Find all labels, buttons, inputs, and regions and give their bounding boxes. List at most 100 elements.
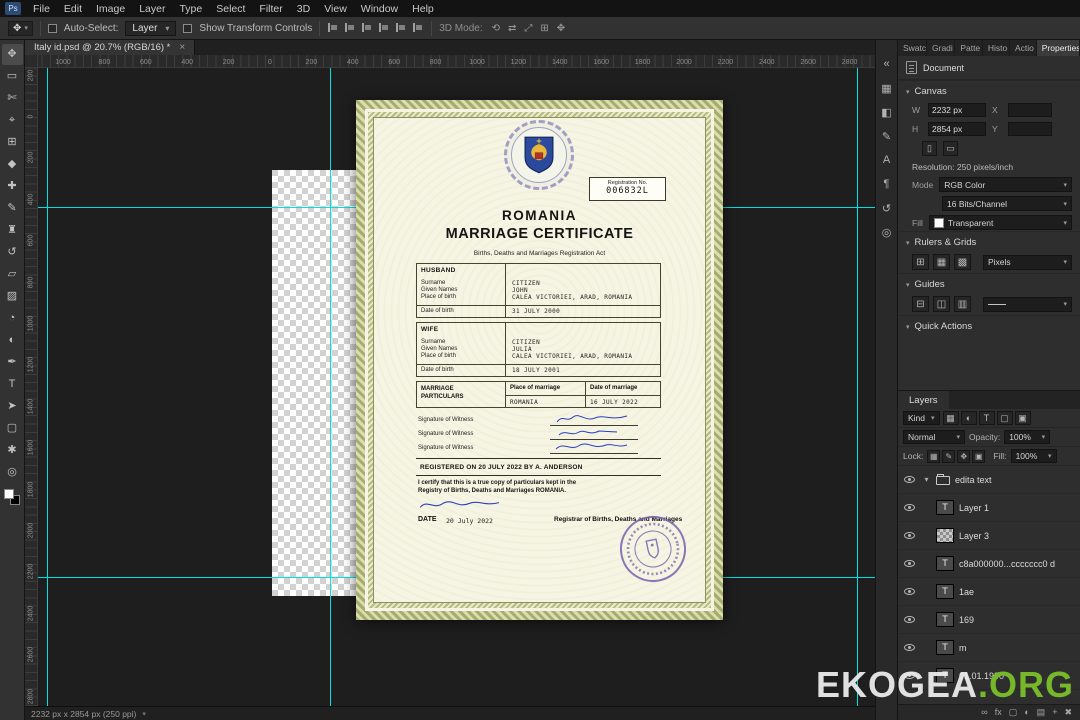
brush-tool[interactable]: ✎ (2, 198, 23, 219)
filter-type-layers-icon[interactable]: T (978, 411, 995, 425)
layer-row-m[interactable]: ▾ T m (898, 634, 1080, 662)
navigator-panel-icon[interactable]: ◎ (877, 222, 897, 242)
layer-row-169[interactable]: ▾ T 169 (898, 606, 1080, 634)
eyedropper-tool[interactable]: ◆ (2, 154, 23, 175)
magic-wand-tool[interactable]: ⌖ (2, 110, 23, 131)
show-transform-checkbox[interactable] (183, 23, 193, 33)
tab-gradients[interactable]: Gradi (927, 40, 956, 56)
blend-mode-dropdown[interactable]: Normal ▾ (903, 430, 965, 444)
layer-style-icon[interactable]: fx (995, 708, 1002, 717)
bit-depth-dropdown[interactable]: 16 Bits/Channel ▾ (942, 196, 1072, 211)
align-top-edges-icon[interactable] (378, 22, 390, 34)
units-dropdown[interactable]: Pixels ▾ (983, 254, 1072, 270)
history-panel-icon[interactable]: ↺ (877, 198, 897, 218)
filter-shape-layers-icon[interactable]: ▢ (996, 411, 1013, 425)
gradient-tool[interactable]: ▨ (2, 286, 23, 307)
canvas-fill-dropdown[interactable]: Transparent ▾ (928, 215, 1072, 230)
guide-style-dropdown[interactable]: ▾ (983, 296, 1072, 312)
close-icon[interactable]: × (179, 42, 185, 53)
auto-select-checkbox[interactable] (47, 23, 57, 33)
path-selection-tool[interactable]: ➤ (2, 396, 23, 417)
align-left-edges-icon[interactable] (327, 22, 339, 34)
menu-window[interactable]: Window (354, 0, 405, 17)
layer-visibility-toggle[interactable] (902, 644, 917, 651)
dodge-tool[interactable]: ◐ (2, 330, 23, 351)
clone-stamp-tool[interactable]: ♜ (2, 220, 23, 241)
align-right-edges-icon[interactable] (361, 22, 373, 34)
lasso-tool[interactable]: ✄ (2, 88, 23, 109)
vertical-ruler[interactable]: 200 0 200 400 600 800 1000 1200 1400 1600 1800 2000… (25, 68, 38, 706)
brushes-panel-icon[interactable]: ✎ (877, 126, 897, 146)
tab-patterns[interactable]: Patte (955, 40, 983, 56)
fill-dropdown[interactable]: 100% ▾ (1010, 449, 1057, 463)
zoom-tool[interactable]: ◎ (2, 462, 23, 483)
ruler-toggle-icon[interactable]: ⊞ (912, 254, 929, 270)
height-field[interactable]: 2854 px (928, 122, 986, 136)
3d-orbit-icon[interactable]: ⟲ (490, 23, 502, 34)
lock-image-icon[interactable]: ✎ (942, 449, 956, 463)
type-tool[interactable]: T (2, 374, 23, 395)
filter-kind-dropdown[interactable]: Kind ▾ (903, 411, 940, 425)
delete-layer-icon[interactable]: ✖ (1064, 708, 1072, 717)
tab-swatches[interactable]: Swatc (898, 40, 927, 56)
pen-tool[interactable]: ✒ (2, 352, 23, 373)
opacity-dropdown[interactable]: 100% ▾ (1004, 430, 1051, 444)
color-mode-dropdown[interactable]: RGB Color ▾ (939, 177, 1072, 192)
menu-filter[interactable]: Filter (252, 0, 289, 17)
chevron-down-icon[interactable]: ▾ (142, 710, 146, 718)
3d-pan-icon[interactable]: ⤢ (522, 23, 534, 34)
lock-position-icon[interactable]: ✥ (957, 449, 971, 463)
tab-layers[interactable]: Layers (898, 391, 949, 409)
foreground-color-swatch[interactable] (4, 489, 14, 499)
grid-settings-icon[interactable]: ▩ (954, 254, 971, 270)
guides-section-header[interactable]: ▾ Guides (898, 273, 1080, 293)
crop-tool[interactable]: ⊞ (2, 132, 23, 153)
layer-row-layer-1[interactable]: ▾ T Layer 1 (898, 494, 1080, 522)
collapse-panels-icon[interactable]: « (877, 54, 897, 74)
shape-tool[interactable]: ▢ (2, 418, 23, 439)
3d-scale-icon[interactable]: ✥ (555, 23, 567, 34)
blur-tool[interactable]: ◔ (2, 308, 23, 329)
current-tool-badge[interactable]: ✥ ▾ (8, 20, 33, 36)
layer-row-01-01-1990[interactable]: ▾ T 01.01.1990 (898, 662, 1080, 690)
layer-row-1ae[interactable]: ▾ T 1ae (898, 578, 1080, 606)
document-tab[interactable]: Italy id.psd @ 20.7% (RGB/16) * × (25, 40, 196, 55)
grid-toggle-icon[interactable]: ▦ (933, 254, 950, 270)
marquee-tool[interactable]: ▭ (2, 66, 23, 87)
menu-file[interactable]: File (26, 0, 57, 17)
add-mask-icon[interactable]: ▢ (1009, 708, 1018, 717)
adjustment-layer-icon[interactable]: ◐ (1024, 708, 1029, 717)
layer-visibility-toggle[interactable] (902, 532, 917, 539)
width-field[interactable]: 2232 px (928, 103, 986, 117)
tab-history[interactable]: Histo (983, 40, 1010, 56)
lock-transparency-icon[interactable]: ▦ (927, 449, 941, 463)
new-group-icon[interactable]: ▤ (1037, 708, 1046, 717)
menu-edit[interactable]: Edit (57, 0, 89, 17)
tab-properties[interactable]: Properties (1036, 40, 1080, 56)
layer-row-layer-3[interactable]: ▾ Layer 3 (898, 522, 1080, 550)
smart-guides-icon[interactable]: ◫ (933, 296, 950, 312)
align-horizontal-centers-icon[interactable] (344, 22, 356, 34)
align-vertical-centers-icon[interactable] (395, 22, 407, 34)
new-layer-icon[interactable]: + (1052, 708, 1057, 717)
layer-row-c8a[interactable]: ▾ T c8a000000...ccccccc0 d (898, 550, 1080, 578)
hand-tool[interactable]: ✱ (2, 440, 23, 461)
layer-visibility-toggle[interactable] (902, 560, 917, 567)
character-panel-icon[interactable]: A (877, 150, 897, 170)
layer-visibility-toggle[interactable] (902, 616, 917, 623)
x-field[interactable] (1008, 103, 1052, 117)
3d-slide-icon[interactable]: ⊞ (538, 23, 550, 34)
tab-actions[interactable]: Actio (1010, 40, 1037, 56)
paragraph-panel-icon[interactable]: ¶ (877, 174, 897, 194)
swatches-panel-icon[interactable]: ▦ (877, 78, 897, 98)
history-brush-tool[interactable]: ↺ (2, 242, 23, 263)
canvas-section-header[interactable]: ▾ Canvas (898, 80, 1080, 100)
menu-layer[interactable]: Layer (132, 0, 172, 17)
menu-select[interactable]: Select (209, 0, 252, 17)
color-swatches[interactable] (4, 489, 20, 505)
portrait-orientation-icon[interactable]: ▯ (922, 141, 937, 156)
menu-3d[interactable]: 3D (290, 0, 317, 17)
filter-pixel-layers-icon[interactable]: ▦ (942, 411, 959, 425)
eraser-tool[interactable]: ▱ (2, 264, 23, 285)
auto-select-dropdown[interactable]: Layer ▾ (125, 20, 177, 36)
